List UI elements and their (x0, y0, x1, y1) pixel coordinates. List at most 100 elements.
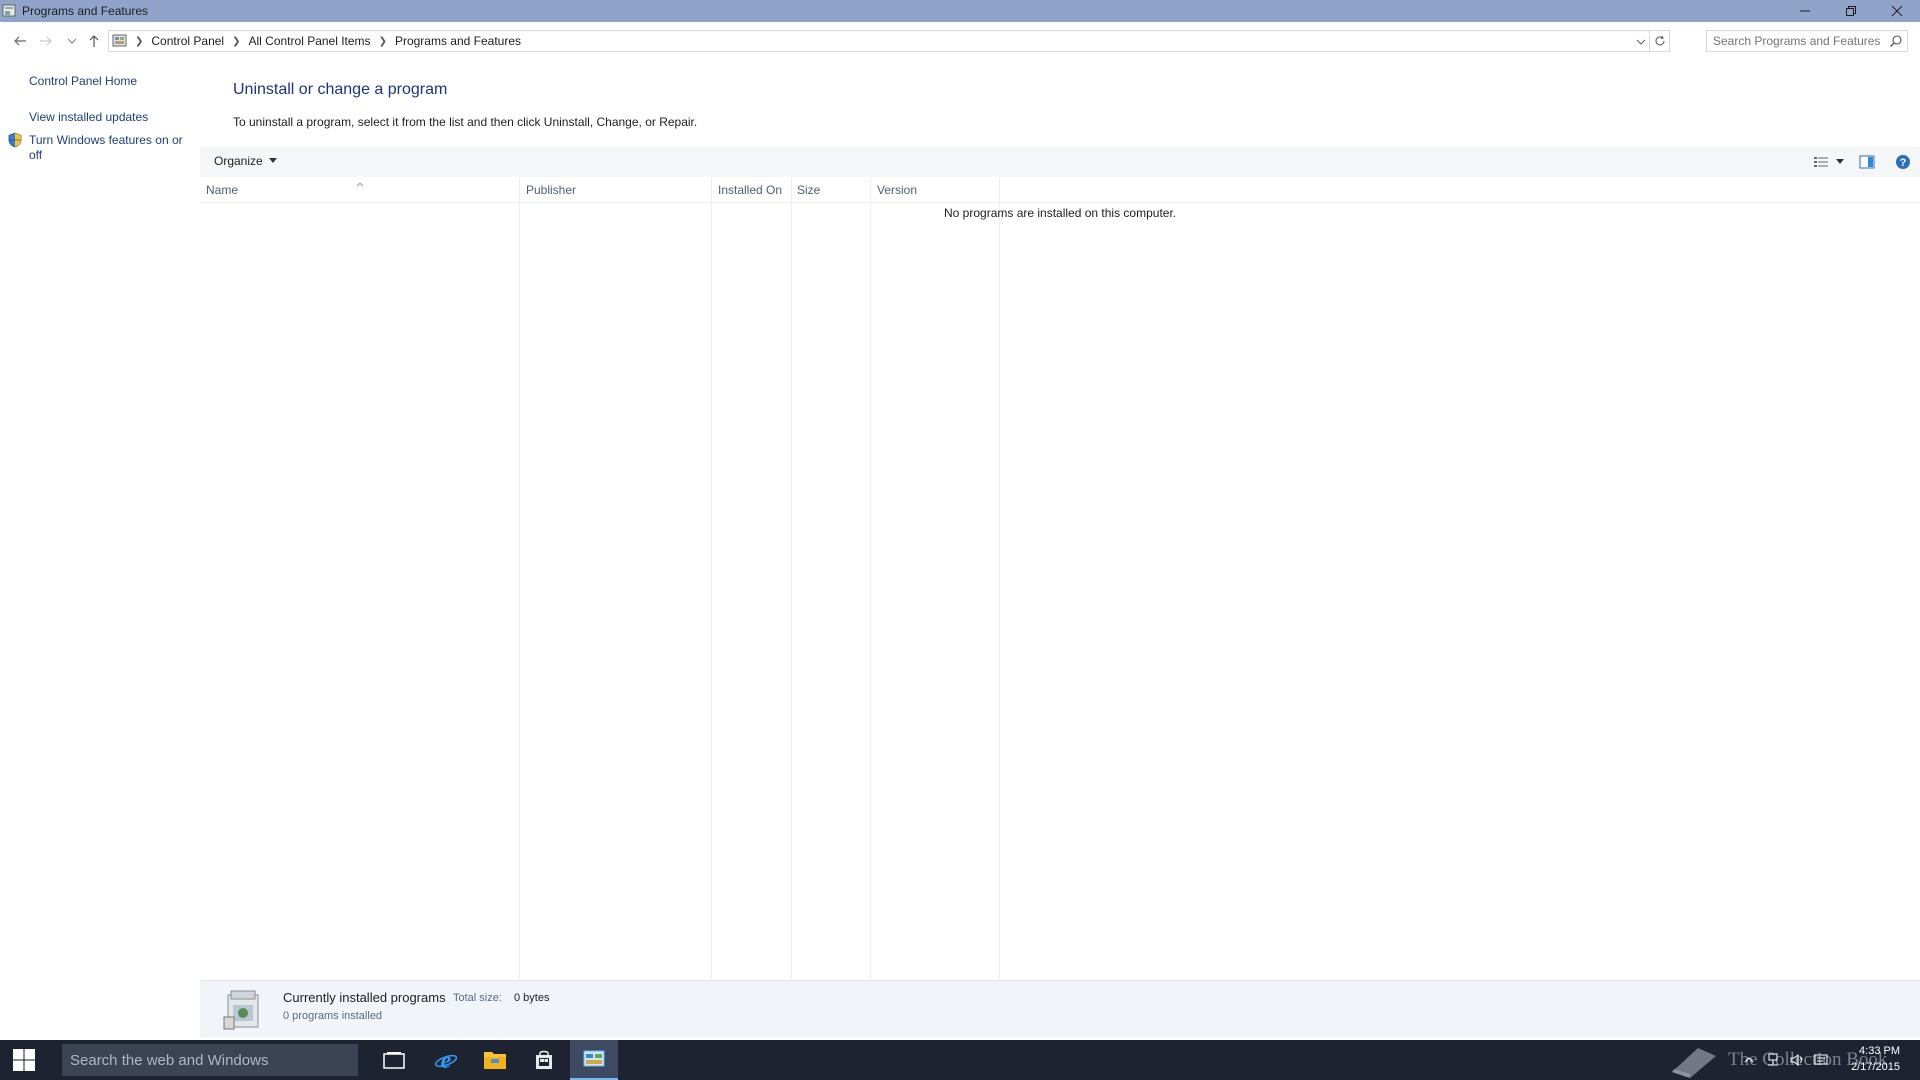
page-title: Uninstall or change a program (233, 81, 448, 98)
restore-icon (1846, 6, 1856, 16)
search-input[interactable] (1713, 34, 1883, 48)
network-button[interactable] (1766, 1053, 1780, 1067)
search-box[interactable] (1706, 30, 1908, 52)
close-icon (1891, 5, 1903, 17)
notifications-icon (1814, 1054, 1828, 1065)
network-icon (1768, 1053, 1778, 1066)
forward-button[interactable] (36, 30, 56, 52)
column-header-publisher[interactable]: Publisher (520, 178, 712, 202)
view-installed-updates-link[interactable]: View installed updates (29, 110, 148, 124)
command-bar: Organize ? (200, 147, 1920, 177)
up-arrow-icon (89, 35, 99, 47)
search-icon[interactable] (1889, 34, 1903, 51)
svg-text:e: e (441, 1048, 452, 1072)
programs-and-features-icon (2, 3, 18, 19)
breadcrumb-all-items[interactable]: All Control Panel Items (249, 34, 371, 48)
clock-time: 4:33 PM (1859, 1045, 1900, 1057)
installed-programs-icon (220, 987, 266, 1036)
uac-shield-icon (7, 132, 23, 148)
book-icon (1672, 1048, 1716, 1078)
help-icon: ? (1896, 155, 1910, 169)
breadcrumb-separator: ❯ (232, 35, 241, 47)
title-bar: Programs and Features (0, 0, 1920, 22)
details-pane: Currently installed programs Total size:… (200, 980, 1920, 1038)
help-button[interactable]: ? (1892, 151, 1914, 173)
start-button[interactable] (0, 1040, 48, 1080)
recent-locations-button[interactable] (62, 30, 82, 52)
control-panel-icon (111, 33, 129, 49)
refresh-icon (1655, 35, 1665, 46)
speaker-icon (1790, 1054, 1802, 1066)
back-button[interactable] (10, 30, 30, 52)
total-size-label: Total size: (453, 992, 502, 1004)
internet-explorer-button[interactable]: e (422, 1040, 470, 1080)
breadcrumb-separator: ❯ (378, 35, 387, 47)
left-task-pane: Control Panel Home View installed update… (0, 60, 200, 1040)
volume-button[interactable] (1790, 1053, 1804, 1067)
breadcrumb-control-panel[interactable]: Control Panel (151, 34, 224, 48)
minimize-button[interactable] (1782, 0, 1828, 22)
breadcrumb-separator: ❯ (135, 35, 144, 47)
svg-text:?: ? (1900, 157, 1907, 169)
window-title: Programs and Features (22, 4, 149, 18)
column-divider[interactable] (519, 178, 520, 980)
chevron-up-icon (1744, 1057, 1754, 1063)
change-view-button[interactable] (1810, 151, 1832, 173)
taskbar: Search the web and Windows e The Collect… (0, 1040, 1920, 1080)
preview-pane-icon (1859, 155, 1875, 169)
store-button[interactable] (520, 1040, 568, 1080)
programs-count: 0 programs installed (283, 1010, 383, 1022)
windows-features-link[interactable]: Turn Windows features on or (29, 133, 183, 147)
view-options-button[interactable] (1832, 151, 1848, 173)
forward-arrow-icon (40, 36, 52, 46)
column-header-installed-on[interactable]: Installed On (712, 178, 791, 202)
chevron-down-icon (67, 38, 77, 44)
taskbar-search-box[interactable]: Search the web and Windows (62, 1044, 358, 1076)
chevron-down-icon (1636, 39, 1646, 45)
show-hidden-icons-button[interactable] (1742, 1053, 1756, 1067)
windows-features-link-continued[interactable]: off (29, 148, 42, 162)
address-bar[interactable]: ❯ Control Panel ❯ All Control Panel Item… (108, 30, 1670, 52)
organize-label: Organize (214, 154, 263, 168)
column-header-version[interactable]: Version (871, 178, 999, 202)
column-divider[interactable] (870, 178, 871, 980)
organize-button[interactable]: Organize (214, 154, 277, 168)
taskbar-search-placeholder: Search the web and Windows (70, 1051, 269, 1069)
refresh-button[interactable] (1649, 31, 1669, 51)
details-view-icon (1814, 157, 1828, 167)
column-header-name[interactable]: Name (200, 178, 519, 202)
empty-list-message: No programs are installed on this comput… (944, 206, 1177, 220)
control-panel-home-link[interactable]: Control Panel Home (29, 74, 137, 88)
column-divider[interactable] (711, 178, 712, 980)
control-panel-taskbar-button[interactable] (570, 1040, 618, 1080)
folder-icon (484, 1052, 506, 1069)
total-size-value: 0 bytes (514, 992, 550, 1004)
column-header-size[interactable]: Size (791, 178, 871, 202)
address-history-button[interactable] (1633, 33, 1649, 51)
clock[interactable]: 4:33 PM 2/17/2015 (1851, 1043, 1900, 1075)
breadcrumb-programs-and-features[interactable]: Programs and Features (395, 34, 521, 48)
dropdown-arrow-icon (268, 158, 277, 163)
action-center-button[interactable] (1814, 1053, 1828, 1067)
windows-logo-icon (13, 1049, 35, 1071)
back-arrow-icon (14, 36, 26, 46)
up-button[interactable] (84, 30, 104, 52)
restore-button[interactable] (1828, 0, 1874, 22)
minimize-icon (1800, 10, 1810, 12)
store-icon (536, 1050, 552, 1069)
file-explorer-button[interactable] (471, 1040, 519, 1080)
close-button[interactable] (1874, 0, 1920, 22)
column-divider[interactable] (791, 178, 792, 980)
page-description: To uninstall a program, select it from t… (233, 115, 698, 129)
column-divider[interactable] (999, 178, 1000, 980)
task-view-icon (383, 1052, 405, 1069)
system-tray (1742, 1040, 1828, 1080)
clock-date: 2/17/2015 (1851, 1061, 1900, 1073)
dropdown-arrow-icon (1836, 159, 1844, 164)
control-panel-icon (583, 1050, 605, 1067)
internet-explorer-icon: e (434, 1048, 458, 1072)
task-view-button[interactable] (370, 1040, 418, 1080)
details-heading: Currently installed programs (283, 990, 446, 1005)
preview-pane-button[interactable] (1856, 151, 1878, 173)
header-divider (200, 202, 1920, 203)
